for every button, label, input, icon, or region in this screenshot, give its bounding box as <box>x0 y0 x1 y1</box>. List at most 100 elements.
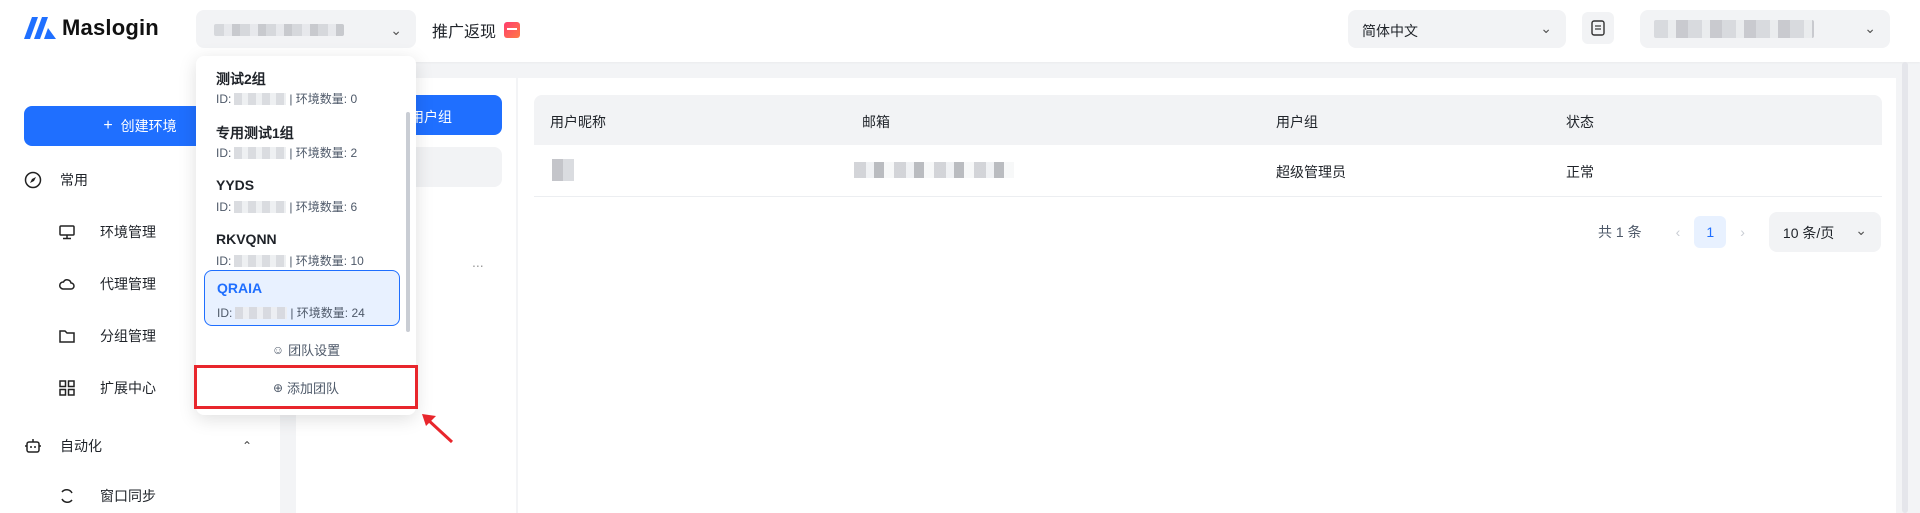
team-env-count: | 环境数量: 6 <box>289 200 358 214</box>
table-header: 用户昵称 邮箱 用户组 状态 <box>534 95 1882 145</box>
team-env-count: | 环境数量: 2 <box>289 146 358 160</box>
team-name: RKVQNN <box>216 231 277 247</box>
cloud-icon <box>58 275 76 293</box>
docs-button[interactable] <box>1582 12 1614 44</box>
team-settings-button[interactable]: ☺ 团队设置 <box>196 340 416 359</box>
team-id-redacted <box>235 306 288 319</box>
team-name: 专用测试1组 <box>216 125 294 141</box>
team-settings-label: 团队设置 <box>288 343 341 358</box>
chevron-down-icon: ⌄ <box>1855 222 1867 238</box>
user-name-redacted <box>1654 20 1814 38</box>
table-row[interactable]: 超级管理员 正常 <box>534 145 1882 197</box>
sidebar-item-label: 代理管理 <box>100 276 156 292</box>
team-id-label: ID: <box>216 253 232 268</box>
sidebar-item-extensions[interactable]: 扩展中心 <box>58 378 156 398</box>
gift-icon <box>504 22 521 38</box>
team-selector[interactable]: ⌄ <box>196 10 416 48</box>
team-option[interactable]: YYDS ID: | 环境数量: 6 <box>204 168 400 220</box>
chevron-up-icon[interactable]: ⌃ <box>242 439 252 453</box>
team-id-redacted <box>234 92 287 105</box>
monitor-icon <box>58 223 76 241</box>
team-meta: ID: | 环境数量: 6 <box>216 198 357 215</box>
sync-icon <box>58 487 76 505</box>
page-scrollbar[interactable] <box>1902 62 1908 513</box>
team-env-count: | 环境数量: 10 <box>289 254 364 268</box>
team-id-label: ID: <box>216 199 232 214</box>
language-value: 简体中文 <box>1362 23 1418 39</box>
users-icon: ☺ <box>271 342 285 357</box>
logo-text: Maslogin <box>62 15 159 40</box>
team-env-count: | 环境数量: 24 <box>290 306 365 320</box>
dropdown-scrollbar[interactable] <box>406 112 410 332</box>
team-id-label: ID: <box>216 91 232 106</box>
annotation-arrow-icon <box>422 414 454 444</box>
plus-icon: + <box>103 117 113 134</box>
status-cell: 正常 <box>1566 164 1594 180</box>
team-option[interactable]: RKVQNN ID: | 环境数量: 10 <box>204 222 400 274</box>
page-size-select[interactable]: 10 条/页 ⌄ <box>1768 212 1881 252</box>
team-meta: ID: | 环境数量: 10 <box>216 252 364 269</box>
team-meta: ID: | 环境数量: 0 <box>216 90 357 107</box>
nav-group-label: 常用 <box>60 172 88 188</box>
compass-icon <box>24 171 42 189</box>
email-redacted <box>854 162 1014 178</box>
team-id-label: ID: <box>216 145 232 160</box>
column-header: 状态 <box>1566 114 1594 130</box>
page-size-value: 10 条/页 <box>1782 225 1835 241</box>
team-id-label: ID: <box>217 305 233 320</box>
team-option[interactable]: 测试2组 ID: | 环境数量: 0 <box>204 60 400 112</box>
sidebar-item-proxies[interactable]: 代理管理 <box>58 274 156 294</box>
language-select[interactable]: 简体中文 ⌄ <box>1348 10 1566 48</box>
create-button-label: 创建环境 <box>120 118 177 134</box>
team-env-count: | 环境数量: 0 <box>289 92 358 106</box>
highlight-annotation <box>194 365 418 409</box>
logo-icon <box>24 17 56 39</box>
sidebar-item-window-sync[interactable]: 窗口同步 <box>58 486 156 506</box>
sidebar-item-label: 扩展中心 <box>100 380 156 396</box>
page-button[interactable]: 1 <box>1694 216 1727 248</box>
total-count: 共 1 条 <box>1598 224 1642 240</box>
promo-link[interactable]: 推广返现 <box>432 18 521 42</box>
nav-group-label: 自动化 <box>60 438 102 454</box>
team-id-redacted <box>234 254 287 267</box>
robot-icon <box>24 437 42 455</box>
logo[interactable]: Maslogin <box>24 15 159 41</box>
column-header: 邮箱 <box>862 114 890 130</box>
team-option-selected[interactable]: QRAIA ID: | 环境数量: 24 <box>204 270 400 326</box>
user-group-label: 用户组 <box>410 109 452 125</box>
user-menu[interactable]: ⌄ <box>1640 10 1890 48</box>
user-group-cell: 超级管理员 <box>1276 164 1346 180</box>
sidebar-item-label: 环境管理 <box>100 224 156 240</box>
column-header: 用户组 <box>1276 114 1318 130</box>
nickname-redacted <box>552 159 574 181</box>
pagination: 共 1 条 ‹ 1 › 10 条/页 ⌄ <box>1598 212 1881 252</box>
sidebar-item-groups[interactable]: 分组管理 <box>58 326 156 346</box>
team-dropdown: 测试2组 ID: | 环境数量: 0 专用测试1组 ID: | 环境数量: 2 … <box>196 56 416 415</box>
top-bar: Maslogin ⌄ 推广返现 简体中文 ⌄ ⌄ <box>0 0 1920 62</box>
promo-label: 推广返现 <box>432 24 497 41</box>
chevron-right-icon[interactable]: › <box>1740 224 1745 240</box>
document-icon <box>1591 20 1605 36</box>
nav-group-automation[interactable]: 自动化 ⌃ <box>24 436 252 456</box>
column-header: 用户昵称 <box>550 114 606 130</box>
team-name: YYDS <box>216 177 255 193</box>
chevron-down-icon: ⌄ <box>1864 20 1876 36</box>
team-meta: ID: | 环境数量: 2 <box>216 144 357 161</box>
grid-icon <box>58 379 76 397</box>
team-id-redacted <box>234 146 287 159</box>
team-name-redacted <box>214 24 344 36</box>
team-name: 测试2组 <box>216 71 266 87</box>
chevron-down-icon: ⌄ <box>1540 20 1552 36</box>
sidebar-item-environments[interactable]: 环境管理 <box>58 222 156 242</box>
sidebar-item-label: 分组管理 <box>100 328 156 344</box>
folder-icon <box>58 327 76 345</box>
team-id-redacted <box>234 200 287 213</box>
team-option[interactable]: 专用测试1组 ID: | 环境数量: 2 <box>204 114 400 166</box>
team-meta: ID: | 环境数量: 24 <box>217 304 365 321</box>
more-options-icon[interactable]: ... <box>472 254 484 270</box>
team-name: QRAIA <box>217 280 263 296</box>
sidebar-item-label: 窗口同步 <box>100 488 156 504</box>
nav-group-common[interactable]: 常用 <box>24 170 88 190</box>
chevron-left-icon[interactable]: ‹ <box>1676 224 1681 240</box>
chevron-down-icon: ⌄ <box>390 22 402 38</box>
